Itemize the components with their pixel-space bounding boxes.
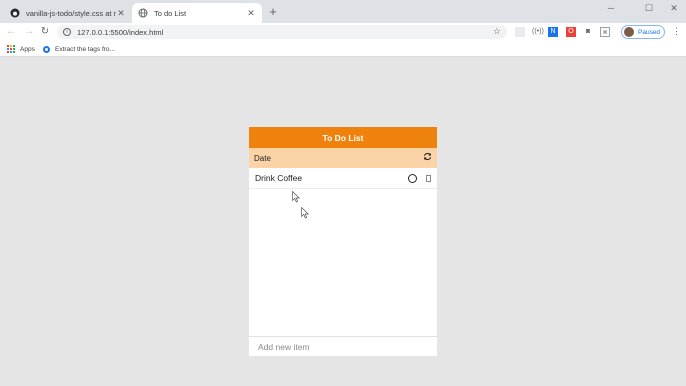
address-bar[interactable]: i 127.0.0.1:5500/index.html ☆: [57, 25, 507, 39]
bookmark-apps[interactable]: Apps: [7, 44, 35, 54]
mouse-cursor-icon: [301, 207, 309, 219]
extension-new-icon[interactable]: N: [548, 27, 558, 37]
todo-card: To Do List Date Drink Coffee: [249, 127, 437, 356]
reload-icon[interactable]: ↻: [39, 26, 51, 38]
camera-icon[interactable]: ◙: [583, 27, 593, 37]
refresh-icon[interactable]: [423, 152, 432, 164]
date-bar: Date: [249, 148, 437, 168]
bookmark-label: Apps: [20, 45, 35, 53]
globe-icon: [138, 8, 148, 18]
close-window-button[interactable]: ✕: [664, 2, 684, 14]
profile-button[interactable]: Paused: [621, 25, 665, 39]
extension-off-icon[interactable]: O: [566, 27, 576, 37]
todo-header: To Do List: [249, 127, 437, 148]
github-icon: [10, 8, 20, 18]
todo-item[interactable]: Drink Coffee: [249, 168, 437, 189]
close-tab-icon[interactable]: ✕: [246, 8, 256, 19]
bookmark-label: Extract the tags fro...: [55, 45, 115, 53]
tab-github-style-css[interactable]: vanilla-js-todo/style.css at maste ✕: [4, 3, 132, 23]
tab-todo-list[interactable]: To do List ✕: [132, 3, 262, 23]
avatar: [624, 27, 634, 37]
extension-circle-icon: [43, 45, 50, 53]
extension-broadcast-icon[interactable]: ((•)): [532, 27, 544, 37]
back-icon[interactable]: ←: [5, 26, 17, 38]
apps-grid-icon: [7, 45, 15, 53]
new-tab-button[interactable]: +: [266, 5, 280, 19]
bookmarks-bar: Apps Extract the tags fro...: [0, 41, 686, 57]
complete-circle-icon[interactable]: [408, 173, 417, 183]
tab-title: vanilla-js-todo/style.css at maste: [26, 8, 116, 18]
date-label: Date: [254, 153, 271, 163]
site-info-icon[interactable]: i: [63, 28, 71, 36]
forward-icon[interactable]: →: [23, 26, 35, 38]
extension-puzzle-icon[interactable]: ⌘: [600, 27, 610, 37]
todo-title: To Do List: [322, 132, 364, 143]
add-item-bar: [249, 336, 437, 357]
close-tab-icon[interactable]: ✕: [116, 8, 126, 19]
todo-item-text: Drink Coffee: [255, 173, 303, 183]
bookmark-extract-tags[interactable]: Extract the tags fro...: [43, 44, 115, 54]
maximize-window-button[interactable]: ☐: [639, 2, 659, 14]
todo-list-empty-area: [249, 189, 437, 336]
tab-title: To do List: [154, 8, 187, 18]
mouse-cursor-icon: [292, 191, 300, 203]
url-text: 127.0.0.1:5500/index.html: [77, 27, 164, 37]
add-item-input[interactable]: [258, 342, 428, 352]
minimize-window-button[interactable]: ─: [601, 2, 621, 14]
more-menu-icon[interactable]: ⋮: [672, 26, 681, 37]
trash-icon[interactable]: [426, 174, 431, 182]
profile-label: Paused: [638, 28, 661, 36]
bookmark-star-icon[interactable]: ☆: [493, 26, 501, 37]
browser-toolbar: ← → ↻ i 127.0.0.1:5500/index.html ☆ ((•)…: [0, 23, 686, 41]
extension-icon[interactable]: [515, 27, 525, 37]
browser-tab-strip: vanilla-js-todo/style.css at maste ✕ To …: [0, 0, 686, 23]
